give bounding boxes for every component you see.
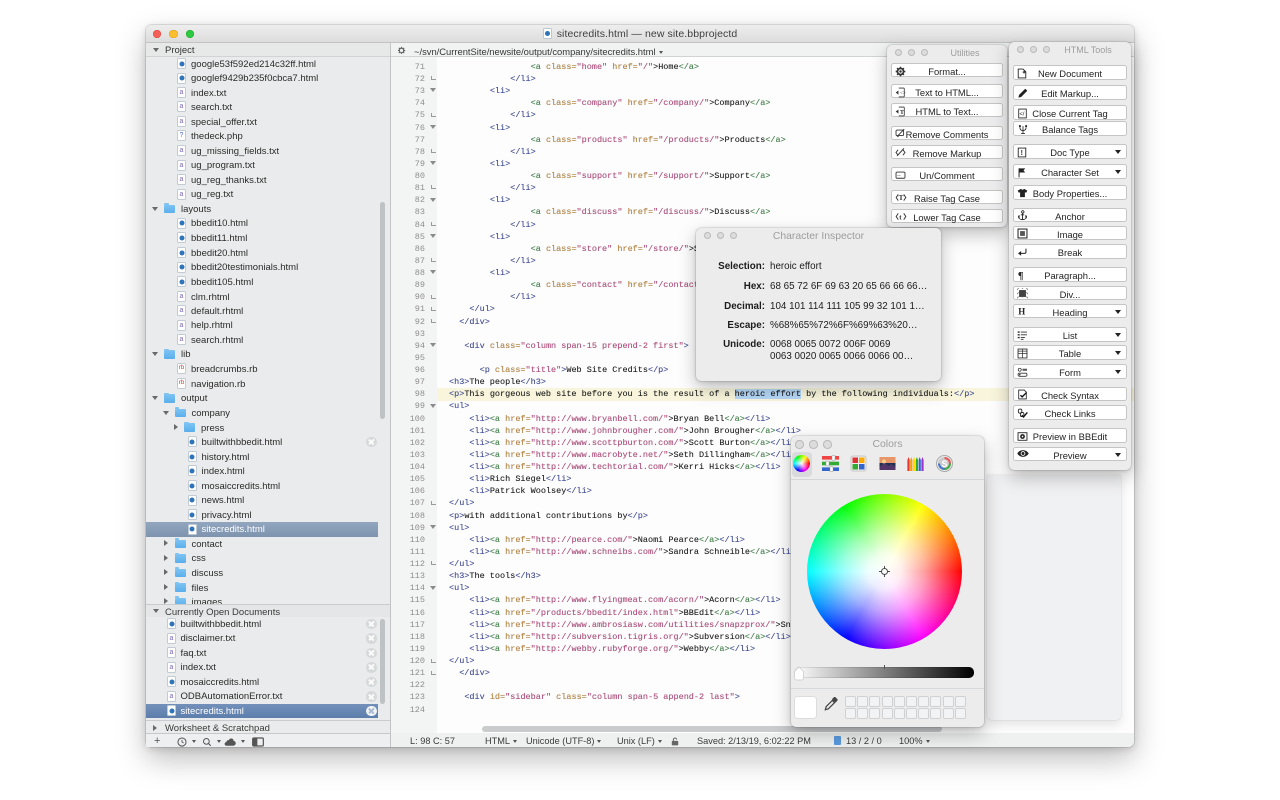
svg-text:S: S [941,459,947,469]
